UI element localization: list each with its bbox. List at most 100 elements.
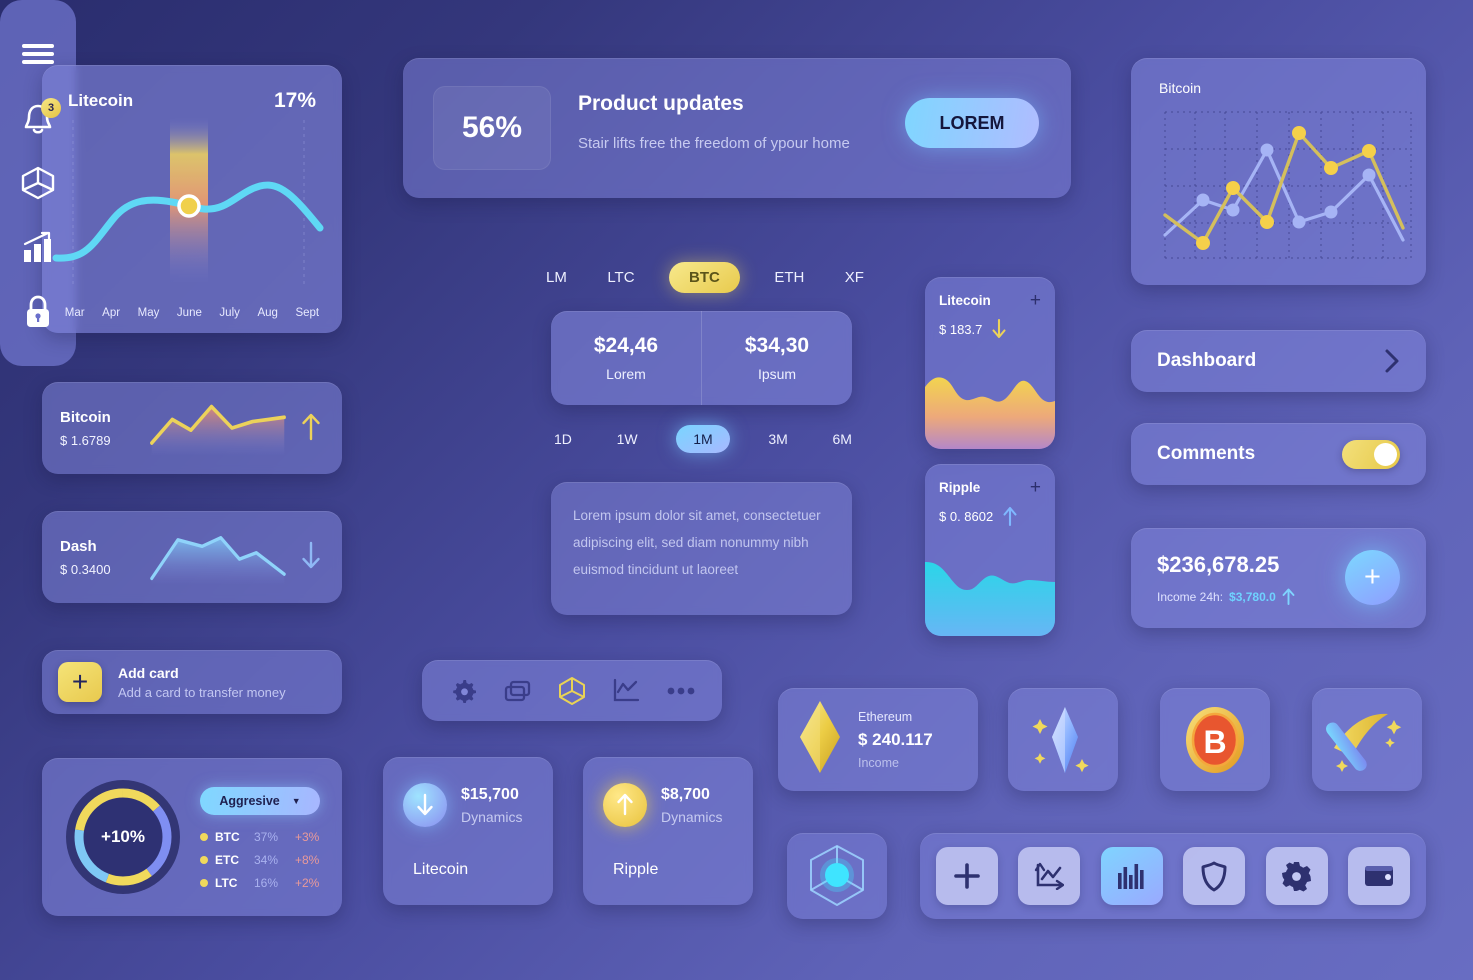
promo-banner: 56% Product updates Stair lifts free the… [403, 58, 1071, 198]
add-icon[interactable]: + [1030, 291, 1041, 310]
chevron-right-icon [1385, 349, 1399, 373]
bell-icon[interactable]: 3 [19, 97, 61, 138]
gear-icon-button[interactable] [1265, 847, 1328, 905]
copy-icon[interactable] [502, 675, 534, 707]
more-icon[interactable] [665, 675, 697, 707]
range-1w[interactable]: 1W [611, 427, 644, 451]
litecoin-chart-card: Litecoin 17% Mar Apr May June July Aug S… [42, 65, 342, 333]
range-tab-bar: 1D 1W 1M 3M 6M [548, 425, 858, 453]
bar-chart-icon[interactable] [19, 228, 57, 266]
balance-amount: $236,678.25 [1157, 552, 1280, 577]
litecoin-chart-title: Litecoin [68, 91, 134, 110]
range-3m[interactable]: 3M [762, 427, 793, 451]
cube-glow-tile[interactable] [787, 833, 887, 919]
cube-icon[interactable] [556, 675, 588, 707]
bar-chart-icon-button[interactable] [1100, 847, 1163, 905]
tab-xf[interactable]: XF [839, 265, 870, 290]
legend-symbol: ETC [215, 853, 239, 867]
bitcoin-coin-icon: B [1186, 706, 1244, 773]
bitcoin-chart-title: Bitcoin [1159, 80, 1202, 96]
add-funds-button[interactable]: + [1345, 550, 1400, 605]
tab-eth[interactable]: ETH [768, 265, 810, 290]
up-arrow-icon [1282, 588, 1295, 605]
balance-income-row: Income 24h: $3,780.0 [1157, 588, 1295, 605]
crystal-icon [1032, 706, 1089, 773]
litecoin-dynamics-name: Litecoin [413, 861, 469, 878]
ripple-mini-name: Ripple [939, 480, 981, 496]
lock-icon[interactable] [19, 293, 57, 331]
legend-pct: 34% [254, 853, 279, 867]
ethereum-price: $ 240.117 [858, 729, 933, 749]
strategy-label: Aggresive [219, 794, 280, 808]
promo-cta-button[interactable]: LOREM [905, 98, 1039, 148]
month-label: Sept [295, 307, 320, 319]
bitcoin-sparkline [150, 404, 286, 456]
dashboard-nav-card[interactable]: Dashboard [1131, 330, 1426, 392]
add-card-title: Add card [118, 664, 179, 681]
comments-toggle-card: Comments [1131, 423, 1426, 485]
chevron-down-icon: ▼ [291, 796, 301, 806]
wallet-icon-button[interactable] [1347, 847, 1410, 905]
crystal-icon-tile[interactable] [1008, 688, 1118, 791]
price-cell-lorem[interactable]: $24,46 Lorem [551, 311, 702, 405]
bitcoin-row-card[interactable]: Bitcoin $ 1.6789 [42, 382, 342, 474]
price-value: $34,30 [744, 334, 810, 357]
plus-icon-button[interactable] [936, 847, 998, 905]
range-6m[interactable]: 6M [827, 427, 858, 451]
ethereum-name: Ethereum [858, 709, 913, 724]
ethereum-diamond-icon [796, 699, 844, 780]
ripple-mini-price: $ 0. 8602 [939, 508, 994, 524]
legend-dot [200, 879, 208, 887]
dash-row-card[interactable]: Dash $ 0.3400 [42, 511, 342, 603]
litecoin-chart-axis: Mar Apr May June July Aug Sept [42, 307, 342, 319]
line-chart-icon-button[interactable] [1018, 847, 1081, 905]
plus-icon[interactable]: + [58, 662, 102, 702]
legend-pct: 37% [254, 830, 279, 844]
svg-text:B: B [1203, 724, 1226, 760]
month-label: May [137, 307, 160, 319]
range-1m[interactable]: 1M [676, 425, 730, 453]
tab-btc[interactable]: BTC [669, 262, 740, 293]
mining-icon-tile[interactable] [1312, 688, 1422, 791]
legend-symbol: LTC [215, 876, 238, 890]
toggle-knob [1374, 442, 1397, 466]
add-card-widget[interactable]: + Add card Add a card to transfer money [42, 650, 342, 714]
promo-subtitle: Stair lifts free the freedom of ypour ho… [578, 135, 850, 152]
line-chart-icon[interactable] [610, 675, 642, 707]
price-label: Ipsum [757, 366, 797, 382]
legend-change: +2% [295, 876, 320, 890]
cube-icon[interactable] [19, 164, 57, 202]
month-label: Aug [257, 307, 278, 319]
gear-icon[interactable] [447, 675, 479, 707]
litecoin-mini-area-chart [925, 377, 1055, 449]
add-icon[interactable]: + [1030, 478, 1041, 497]
month-label: June [176, 307, 202, 319]
bitcoin-chart-card: Bitcoin [1131, 58, 1426, 285]
comments-label: Comments [1157, 443, 1256, 464]
mining-pickaxe-icon [1326, 713, 1402, 772]
comments-toggle[interactable] [1342, 439, 1400, 469]
price-cell-ipsum[interactable]: $34,30 Ipsum [702, 311, 852, 405]
portfolio-center-label: +10% [84, 798, 162, 876]
dashboard-label: Dashboard [1157, 350, 1257, 371]
shield-icon-button[interactable] [1183, 847, 1246, 905]
bitcoin-coin-tile[interactable]: B [1160, 688, 1270, 791]
litecoin-mini-price: $ 183.7 [939, 321, 983, 337]
tab-lm[interactable]: LM [540, 265, 573, 290]
litecoin-dynamics-card: $15,700 Dynamics Litecoin [383, 757, 553, 905]
coin-tab-bar: LM LTC BTC ETH XF [540, 262, 870, 293]
income-value: $3,780.0 [1229, 589, 1276, 604]
legend-change: +3% [295, 830, 320, 844]
portfolio-card: +10% Aggresive ▼ BTC 37% +3% ETC 34% +8%… [42, 758, 342, 916]
range-1d[interactable]: 1D [548, 427, 578, 451]
bitcoin-row-value: $ 1.6789 [60, 432, 111, 448]
ripple-mini-card: Ripple + $ 0. 8602 [925, 464, 1055, 636]
tab-ltc[interactable]: LTC [601, 265, 640, 290]
legend-dot [200, 856, 208, 864]
litecoin-line-chart [52, 118, 324, 285]
strategy-selector[interactable]: Aggresive ▼ [200, 787, 320, 815]
menu-icon[interactable] [19, 35, 57, 73]
portfolio-donut-chart: +10% [64, 778, 182, 896]
promo-title: Product updates [578, 92, 744, 115]
dash-sparkline [150, 536, 286, 585]
